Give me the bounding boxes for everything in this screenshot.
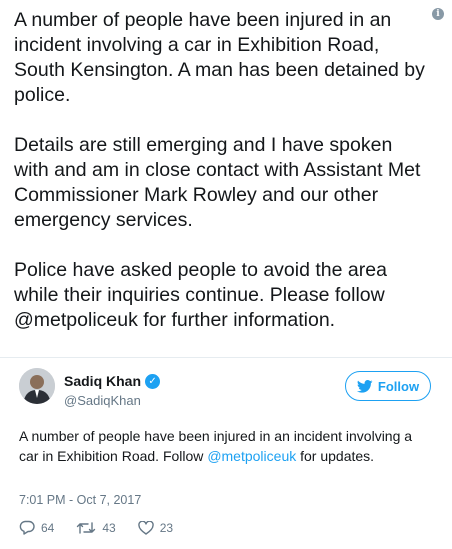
- author-name-row[interactable]: Sadiq Khan ✓: [64, 373, 161, 389]
- like-count: 23: [159, 520, 174, 535]
- follow-label: Follow: [377, 378, 420, 394]
- retweet-action[interactable]: 43: [76, 520, 116, 535]
- verified-badge-icon: ✓: [145, 373, 161, 389]
- statement-text: A number of people have been injured in …: [14, 9, 425, 331]
- tweet-text: A number of people have been injured in …: [19, 426, 434, 466]
- author-handle[interactable]: @SadiqKhan: [64, 393, 141, 408]
- tweet-actions: 64 43 23: [19, 520, 173, 535]
- tweet-text-after: for updates.: [296, 448, 375, 464]
- statement-image: A number of people have been injured in …: [0, 0, 452, 358]
- avatar-portrait-icon: [19, 368, 55, 404]
- follow-button[interactable]: Follow: [345, 371, 431, 401]
- twitter-bird-icon: [356, 379, 373, 393]
- reply-action[interactable]: 64: [19, 520, 54, 535]
- avatar[interactable]: [19, 368, 55, 404]
- retweet-icon: [77, 521, 96, 534]
- info-icon[interactable]: i: [432, 8, 444, 20]
- like-action[interactable]: 23: [137, 520, 174, 535]
- reply-count: 64: [41, 520, 55, 535]
- tweet-timestamp[interactable]: 7:01 PM - Oct 7, 2017: [19, 493, 141, 507]
- heart-icon: [137, 520, 154, 535]
- author-name[interactable]: Sadiq Khan: [64, 373, 141, 389]
- retweet-count: 43: [102, 520, 116, 535]
- mention-link[interactable]: @metpoliceuk: [207, 448, 296, 464]
- reply-icon: [19, 520, 35, 535]
